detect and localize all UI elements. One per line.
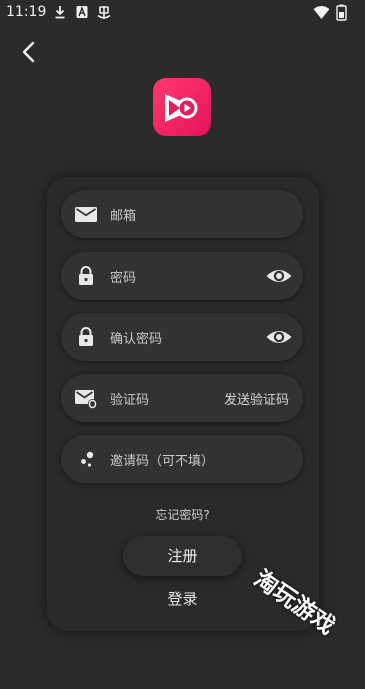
app-a-icon [76,6,88,18]
eye-icon[interactable] [265,324,293,350]
eye-icon[interactable] [265,263,293,289]
battery-icon [336,4,347,21]
verification-code-field[interactable]: 验证码 发送验证码 [61,374,303,422]
invite-code-field[interactable]: 邀请码（可不填） [61,435,303,483]
app-bug-icon [97,6,111,19]
dots-icon [81,451,94,467]
password-placeholder: 密码 [110,271,137,286]
mail-icon [75,207,97,222]
forgot-password-link[interactable]: 忘记密码? [0,506,365,523]
invite-code-placeholder: 邀请码（可不填） [110,454,215,469]
status-time: 11:19 [6,4,47,20]
email-placeholder: 邮箱 [110,209,137,224]
back-button[interactable] [16,38,44,66]
status-bar: 11:19 [0,0,365,26]
confirm-password-field[interactable]: 确认密码 [61,313,303,361]
confirm-password-placeholder: 确认密码 [110,332,163,347]
lock-icon [79,327,93,346]
email-field[interactable]: 邮箱 [61,190,303,238]
verification-code-placeholder: 验证码 [110,393,150,408]
register-button[interactable]: 注册 [123,536,242,576]
password-field[interactable]: 密码 [61,252,303,300]
send-code-button[interactable]: 发送验证码 [224,389,289,408]
mail-check-icon [75,390,97,409]
app-logo-icon [153,78,211,136]
lock-icon [79,266,93,285]
wifi-icon [313,6,330,19]
download-icon [55,6,65,19]
